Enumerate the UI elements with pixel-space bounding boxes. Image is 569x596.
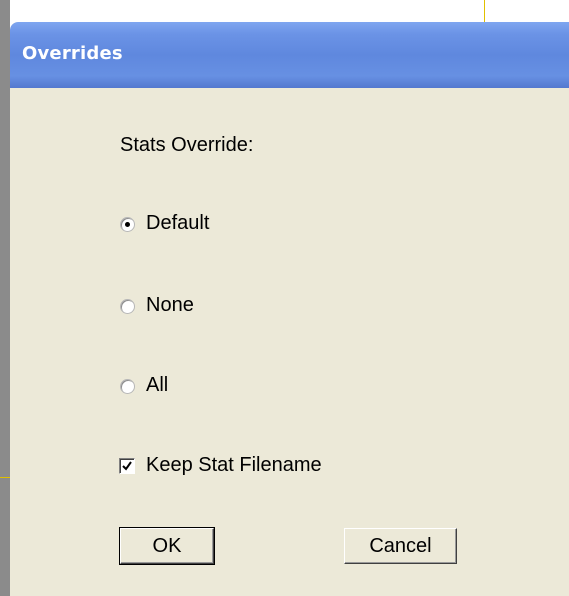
- keep-stat-filename-checkbox[interactable]: [119, 458, 135, 474]
- title-bar[interactable]: Overrides: [10, 22, 569, 88]
- check-mark-icon: [122, 461, 132, 471]
- keep-stat-filename-label[interactable]: Keep Stat Filename: [146, 454, 322, 477]
- radio-selected-dot: [125, 222, 130, 227]
- dialog-body: Stats Override: Default None All Keep St…: [10, 88, 569, 596]
- ok-button[interactable]: OK: [119, 527, 215, 565]
- guide-line: [484, 0, 485, 22]
- background-top: [10, 0, 569, 22]
- stats-override-heading: Stats Override:: [120, 134, 254, 156]
- radio-default-label[interactable]: Default: [146, 212, 209, 235]
- radio-all-label[interactable]: All: [146, 374, 168, 397]
- radio-all[interactable]: [120, 379, 135, 394]
- screen: Overrides Stats Override: Default None A…: [0, 0, 569, 596]
- background-strip: [0, 0, 10, 596]
- overrides-dialog: Overrides Stats Override: Default None A…: [10, 22, 569, 596]
- radio-none-label[interactable]: None: [146, 294, 194, 317]
- dialog-title: Overrides: [22, 43, 123, 64]
- radio-default[interactable]: [120, 217, 135, 232]
- radio-none[interactable]: [120, 299, 135, 314]
- cancel-button[interactable]: Cancel: [344, 528, 457, 564]
